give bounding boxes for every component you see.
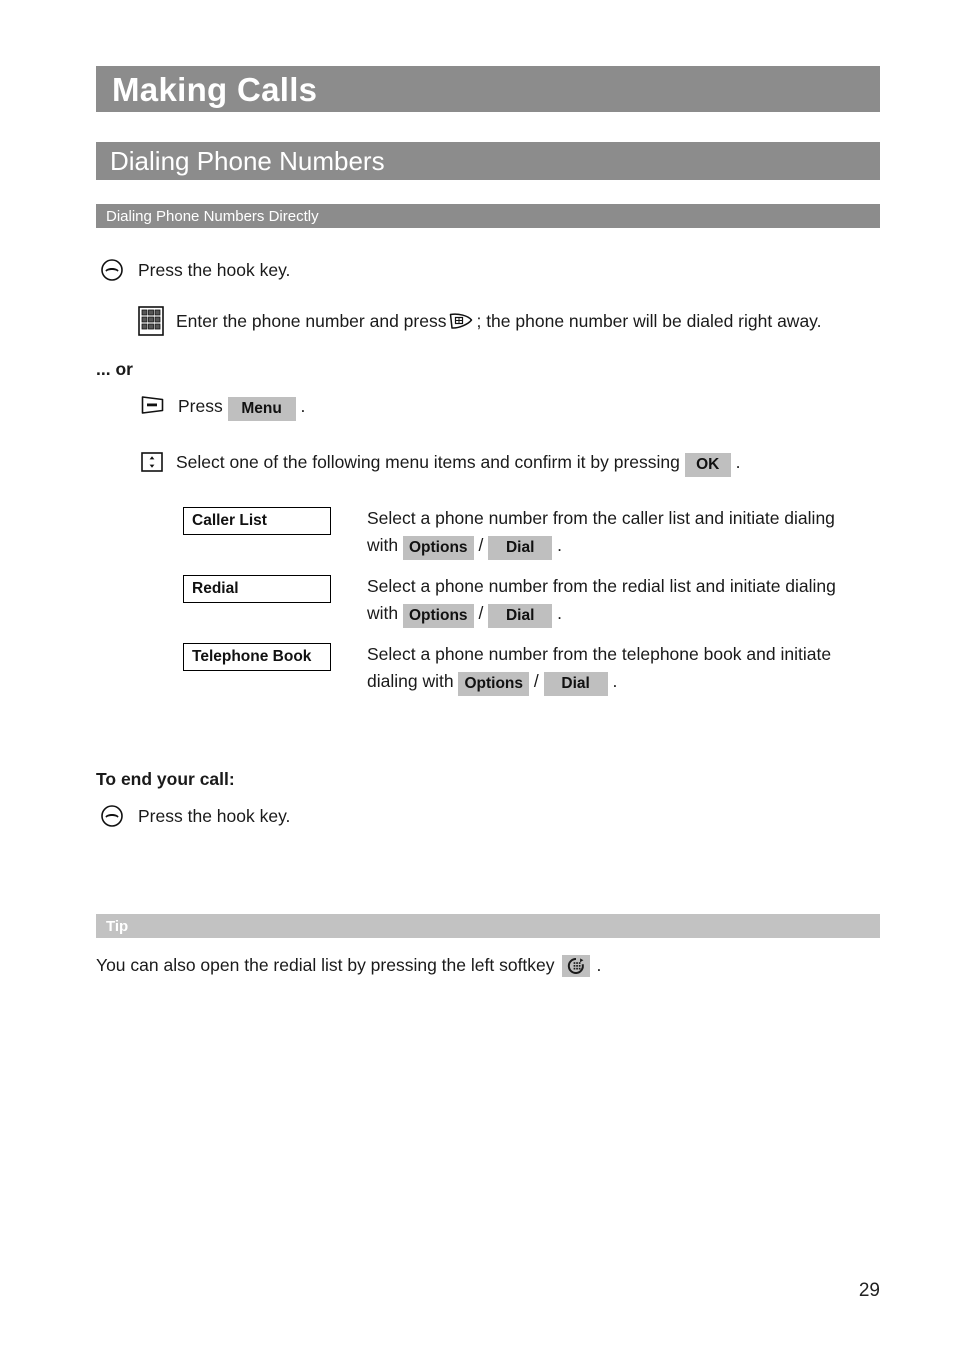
desc-line-2-pre: with bbox=[367, 603, 399, 623]
manual-page: Making Calls Dialing Phone Numbers Diali… bbox=[0, 0, 954, 1352]
tip-text-pre: You can also open the redial list by pre… bbox=[96, 955, 555, 975]
step-hook-key-label: Press the hook key. bbox=[138, 260, 291, 280]
section-title: Dialing Phone Numbers bbox=[110, 146, 385, 176]
options-softkey-chip[interactable]: Options bbox=[403, 604, 474, 628]
or-divider: ... or bbox=[96, 359, 133, 379]
step-enter-number: Enter the phone number and press ; the p… bbox=[138, 306, 822, 341]
end-call-heading: To end your call: bbox=[96, 769, 235, 789]
menu-item-label: Redial bbox=[192, 580, 239, 598]
step-enter-number-post: ; the phone number will be dialed right … bbox=[476, 311, 822, 331]
menu-softkey-chip[interactable]: Menu bbox=[227, 397, 296, 421]
chip-separator: / bbox=[478, 535, 484, 555]
menu-item-label: Caller List bbox=[192, 512, 267, 530]
dial-softkey-chip[interactable]: Dial bbox=[488, 604, 553, 628]
page-number: 29 bbox=[858, 1280, 880, 1301]
desc-line-2-post: . bbox=[612, 671, 618, 691]
hook-key-icon bbox=[100, 258, 124, 287]
desc-line-2-post: . bbox=[557, 535, 562, 555]
menu-item-label: Telephone Book bbox=[192, 648, 312, 666]
step-select-menu-text: Select one of the following menu items a… bbox=[176, 450, 741, 477]
left-softkey-icon bbox=[140, 394, 166, 421]
step-enter-number-pre: Enter the phone number and press bbox=[176, 311, 447, 331]
press-label: Press bbox=[178, 396, 223, 416]
menu-item-box-caller-list[interactable]: Caller List bbox=[183, 507, 331, 535]
tip-bar-label: Tip bbox=[106, 917, 129, 935]
period-after-ok: . bbox=[735, 452, 741, 472]
desc-line-2-pre: dialing with bbox=[367, 671, 454, 691]
tip-text: You can also open the redial list by pre… bbox=[96, 952, 601, 984]
menu-item-desc-redial: Select a phone number from the redial li… bbox=[367, 573, 867, 628]
section-title-bar: Dialing Phone Numbers bbox=[96, 142, 880, 180]
desc-line-2-pre: with bbox=[367, 535, 399, 555]
step-press-menu-text: Press Menu . bbox=[178, 394, 306, 421]
tip-bar: Tip bbox=[96, 914, 880, 938]
dial-softkey-chip[interactable]: Dial bbox=[488, 536, 553, 560]
step-select-menu-items: Select one of the following menu items a… bbox=[140, 450, 741, 479]
dial-softkey-chip[interactable]: Dial bbox=[543, 672, 608, 696]
subsection-title-bar: Dialing Phone Numbers Directly bbox=[96, 204, 880, 228]
desc-line-1: Select a phone number from the telephone… bbox=[367, 644, 832, 664]
menu-item-box-telephone-book[interactable]: Telephone Book bbox=[183, 643, 331, 671]
chip-separator: / bbox=[478, 603, 484, 623]
step-press-hook-key: Press the hook key. bbox=[100, 258, 290, 287]
desc-line-2-post: . bbox=[557, 603, 562, 623]
tip-text-post: . bbox=[596, 955, 602, 975]
chapter-title-bar: Making Calls bbox=[96, 66, 880, 112]
navigation-key-icon bbox=[140, 450, 164, 479]
end-call-instruction: Press the hook key. bbox=[138, 806, 291, 826]
desc-line-1: Select a phone number from the redial li… bbox=[367, 576, 836, 596]
options-softkey-chip[interactable]: Options bbox=[458, 672, 530, 696]
menu-item-desc-caller-list: Select a phone number from the caller li… bbox=[367, 505, 867, 560]
step-press-menu: Press Menu . bbox=[140, 394, 305, 421]
ok-softkey-chip[interactable]: OK bbox=[684, 453, 731, 477]
menu-item-desc-telephone-book: Select a phone number from the telephone… bbox=[367, 641, 867, 696]
step-enter-number-text: Enter the phone number and press ; the p… bbox=[176, 309, 822, 337]
period-after-menu: . bbox=[300, 396, 306, 416]
desc-line-1: Select a phone number from the caller li… bbox=[367, 508, 835, 528]
options-softkey-chip[interactable]: Options bbox=[403, 536, 474, 560]
right-softkey-icon bbox=[448, 311, 474, 337]
chip-separator: / bbox=[533, 671, 539, 691]
select-items-label: Select one of the following menu items a… bbox=[176, 452, 680, 472]
step-end-call-hook-key: Press the hook key. bbox=[100, 804, 290, 833]
redial-softkey-icon[interactable] bbox=[561, 955, 590, 984]
keypad-icon bbox=[138, 306, 164, 341]
hook-key-icon bbox=[100, 804, 124, 833]
menu-item-box-redial[interactable]: Redial bbox=[183, 575, 331, 603]
chapter-title: Making Calls bbox=[112, 70, 318, 108]
subsection-title: Dialing Phone Numbers Directly bbox=[106, 207, 319, 225]
